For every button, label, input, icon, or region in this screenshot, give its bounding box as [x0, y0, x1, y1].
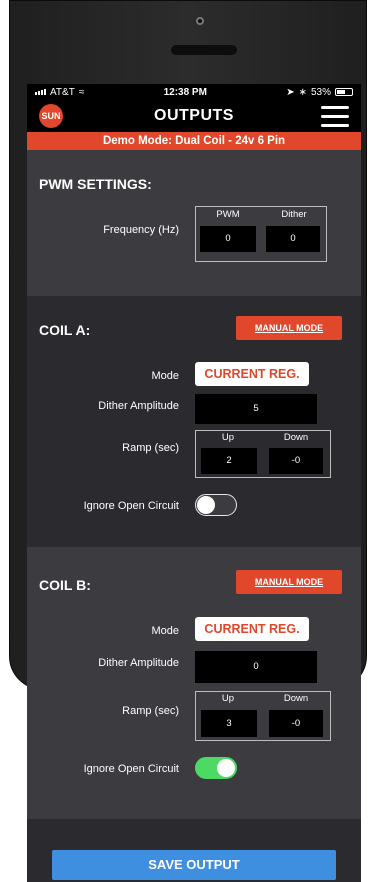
- coil-a-ignore-open-toggle[interactable]: [195, 494, 237, 516]
- camera-icon: [196, 17, 204, 25]
- battery-percent: 53%: [310, 86, 331, 98]
- coil-b-mode-select[interactable]: CURRENT REG.: [195, 617, 309, 641]
- coil-b-up-header: Up: [221, 693, 235, 704]
- coil-a-dither-amplitude-label: Dither Amplitude: [98, 400, 179, 412]
- status-bar: AT&T ≈ 12:38 PM ➤ ∗ 53%: [27, 84, 361, 100]
- coil-a-ramp-group: Up Down 2 -0: [195, 430, 331, 478]
- status-time: 12:38 PM: [163, 86, 207, 98]
- coil-a-up-header: Up: [221, 432, 235, 443]
- coil-b-ignore-open-label: Ignore Open Circuit: [83, 763, 179, 775]
- pwm-frequency-field[interactable]: 0: [200, 226, 256, 252]
- coil-b-ramp-down-field[interactable]: -0: [269, 710, 323, 737]
- coil-a-title: COIL A:: [39, 322, 91, 338]
- page-title: OUTPUTS: [154, 107, 234, 124]
- carrier-label: AT&T: [50, 86, 75, 98]
- speaker-grille: [171, 45, 237, 55]
- coil-a-mode-select[interactable]: CURRENT REG.: [195, 362, 309, 386]
- coil-b-ramp-group: Up Down 3 -0: [195, 691, 331, 741]
- hamburger-icon[interactable]: [321, 106, 349, 128]
- signal-icon: [35, 89, 46, 95]
- app-header: SUN OUTPUTS: [27, 100, 361, 132]
- coil-b-section: COIL B: MANUAL MODE Mode CURRENT REG. Di…: [27, 547, 361, 819]
- app-screen: AT&T ≈ 12:38 PM ➤ ∗ 53% SUN OUTPUTS Demo…: [27, 84, 361, 882]
- coil-a-ignore-open-label: Ignore Open Circuit: [83, 500, 179, 512]
- battery-icon: [334, 88, 353, 96]
- coil-b-ramp-up-field[interactable]: 3: [201, 710, 257, 737]
- pwm-settings-title: PWM SETTINGS:: [39, 176, 152, 192]
- coil-b-dither-amplitude-label: Dither Amplitude: [98, 657, 179, 669]
- coil-a-ramp-label: Ramp (sec): [122, 442, 179, 454]
- toggle-knob: [217, 759, 235, 777]
- coil-b-ramp-label: Ramp (sec): [122, 705, 179, 717]
- toggle-knob: [197, 496, 215, 514]
- pwm-settings-section: PWM SETTINGS: Frequency (Hz) PWM Dither …: [27, 150, 361, 296]
- coil-b-ignore-open-toggle[interactable]: [195, 757, 237, 779]
- dither-header: Dither: [281, 209, 307, 220]
- coil-b-dither-amplitude-field[interactable]: 0: [195, 651, 317, 683]
- coil-b-title: COIL B:: [39, 577, 91, 593]
- save-output-button[interactable]: SAVE OUTPUT: [52, 850, 336, 880]
- coil-a-ramp-up-field[interactable]: 2: [201, 448, 257, 474]
- frequency-label: Frequency (Hz): [103, 224, 179, 236]
- coil-a-manual-mode-button[interactable]: MANUAL MODE: [236, 316, 342, 340]
- coil-a-ramp-down-field[interactable]: -0: [269, 448, 323, 474]
- bluetooth-icon: ∗: [298, 86, 307, 98]
- sun-logo: SUN: [39, 104, 63, 128]
- coil-a-section: COIL A: MANUAL MODE Mode CURRENT REG. Di…: [27, 296, 361, 547]
- wifi-icon: ≈: [78, 86, 85, 98]
- frequency-group: PWM Dither 0 0: [195, 206, 327, 262]
- coil-b-manual-mode-button[interactable]: MANUAL MODE: [236, 570, 342, 594]
- demo-mode-banner: Demo Mode: Dual Coil - 24v 6 Pin: [27, 132, 361, 150]
- coil-a-down-header: Down: [283, 432, 309, 443]
- coil-a-mode-label: Mode: [151, 370, 179, 382]
- coil-b-mode-label: Mode: [151, 625, 179, 637]
- dither-frequency-field[interactable]: 0: [266, 226, 320, 252]
- location-icon: ➤: [286, 86, 295, 98]
- pwm-header: PWM: [216, 209, 240, 220]
- coil-a-dither-amplitude-field[interactable]: 5: [195, 394, 317, 424]
- coil-b-down-header: Down: [283, 693, 309, 704]
